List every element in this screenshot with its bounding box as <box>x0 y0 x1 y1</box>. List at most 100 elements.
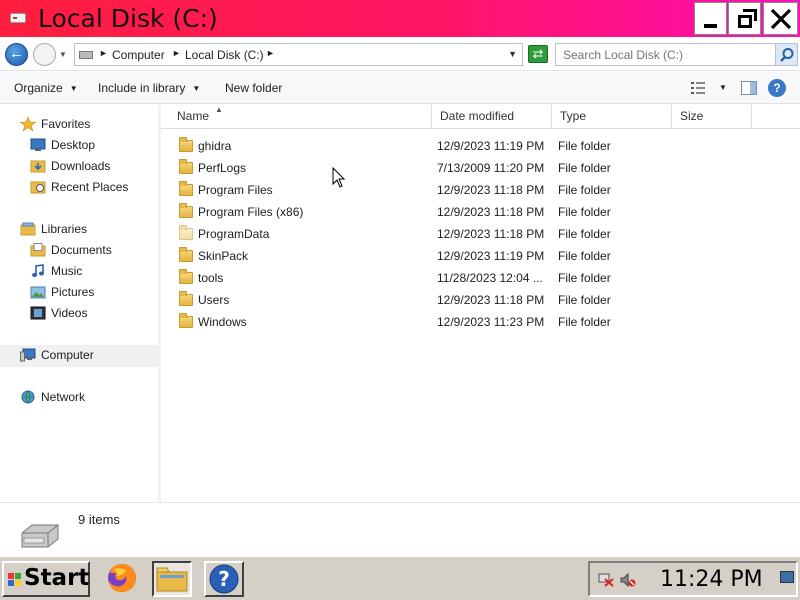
documents-icon <box>30 243 46 257</box>
back-button[interactable]: ← <box>5 43 28 66</box>
file-row[interactable]: ghidra 12/9/2023 11:19 PM File folder <box>161 135 800 157</box>
music-icon <box>32 264 44 277</box>
file-row[interactable]: Users 12/9/2023 11:18 PM File folder <box>161 289 800 311</box>
include-in-library-button[interactable]: Include in library ▼ <box>98 81 200 95</box>
nav-computer[interactable]: Computer <box>20 346 150 367</box>
file-name: Program Files (x86) <box>198 205 304 219</box>
file-name: tools <box>198 271 224 285</box>
minimize-button[interactable] <box>694 2 727 35</box>
nav-favorites[interactable]: Favorites <box>20 115 150 136</box>
nav-music[interactable]: Music <box>30 262 150 283</box>
taskbar-help-button[interactable]: ? <box>204 561 244 597</box>
nav-computer-label: Computer <box>41 348 94 362</box>
help-button[interactable]: ? <box>768 79 786 97</box>
breadcrumb-chevron-icon[interactable]: ► <box>266 48 275 58</box>
nav-downloads[interactable]: Downloads <box>30 157 150 178</box>
search-button[interactable] <box>776 43 798 66</box>
file-type: File folder <box>558 227 611 241</box>
forward-button[interactable] <box>33 43 56 66</box>
file-row[interactable]: tools 11/28/2023 12:04 ... File folder <box>161 267 800 289</box>
file-type: File folder <box>558 205 611 219</box>
file-row[interactable]: PerfLogs 7/13/2009 11:20 PM File folder <box>161 157 800 179</box>
file-type: File folder <box>558 183 611 197</box>
view-options-icon[interactable] <box>690 81 706 95</box>
navigation-pane: Favorites Desktop Downloads Recent Place… <box>0 105 158 502</box>
volume-muted-icon[interactable] <box>620 573 636 587</box>
organize-button[interactable]: Organize ▼ <box>14 81 78 95</box>
include-in-library-label: Include in library <box>98 81 186 95</box>
address-dropdown-icon[interactable]: ▼ <box>508 49 517 59</box>
folder-icon <box>179 313 193 328</box>
title-bar[interactable]: Local Disk (C:) <box>0 0 800 37</box>
show-desktop-icon[interactable] <box>780 571 794 583</box>
column-name[interactable]: Name <box>169 105 432 129</box>
preview-pane-button[interactable] <box>741 81 757 95</box>
start-button[interactable]: Start <box>2 561 90 597</box>
folder-icon <box>179 247 193 262</box>
column-size[interactable]: Size <box>672 105 752 129</box>
star-icon <box>20 117 36 131</box>
nav-network[interactable]: Network <box>20 388 150 409</box>
nav-videos[interactable]: Videos <box>30 304 150 325</box>
dropdown-arrow-icon: ▼ <box>192 84 201 93</box>
column-date-modified[interactable]: Date modified <box>432 105 552 129</box>
column-header: Name ▲ Date modified Type Size <box>161 105 800 129</box>
network-icon <box>21 390 35 404</box>
file-type: File folder <box>558 249 611 263</box>
taskbar: Start ? 11:24 PM <box>0 555 800 600</box>
folder-icon <box>179 159 193 174</box>
nav-recent-places[interactable]: Recent Places <box>30 178 150 199</box>
column-name-label: Name <box>177 109 210 123</box>
column-type[interactable]: Type <box>552 105 672 129</box>
help-icon: ? <box>773 81 781 95</box>
file-row[interactable]: Program Files (x86) 12/9/2023 11:18 PM F… <box>161 201 800 223</box>
file-date: 11/28/2023 12:04 ... <box>437 271 543 285</box>
command-bar: Organize ▼ Include in library ▼ New folder… <box>0 72 800 104</box>
dropdown-arrow-icon: ▼ <box>69 84 78 93</box>
start-label: Start <box>24 565 90 591</box>
sort-ascending-icon: ▲ <box>215 105 223 114</box>
videos-icon <box>30 306 46 320</box>
nav-desktop[interactable]: Desktop <box>30 136 150 157</box>
search-input[interactable] <box>556 44 775 65</box>
nav-pictures[interactable]: Pictures <box>30 283 150 304</box>
nav-libraries[interactable]: Libraries <box>20 220 150 241</box>
history-dropdown-icon[interactable]: ▼ <box>59 50 67 59</box>
file-row[interactable]: Program Files 12/9/2023 11:18 PM File fo… <box>161 179 800 201</box>
folder-icon <box>179 203 193 218</box>
hidden-folder-icon <box>179 225 193 240</box>
window-title: Local Disk (C:) <box>38 4 218 33</box>
nav-videos-label: Videos <box>51 306 88 320</box>
taskbar-explorer-button[interactable] <box>152 561 192 597</box>
file-name: Users <box>198 293 230 307</box>
details-pane: 9 items <box>0 502 800 555</box>
file-date: 7/13/2009 11:20 PM <box>437 161 545 175</box>
address-bar[interactable]: ► Computer ► Local Disk (C:) ► ▼ <box>74 43 523 66</box>
breadcrumb-chevron-icon[interactable]: ► <box>99 48 108 58</box>
breadcrumb-local-disk[interactable]: Local Disk (C:) <box>185 48 264 62</box>
file-date: 12/9/2023 11:19 PM <box>437 249 545 263</box>
computer-icon <box>20 348 36 362</box>
clock[interactable]: 11:24 PM <box>660 565 763 595</box>
folder-icon <box>179 291 193 306</box>
file-date: 12/9/2023 11:18 PM <box>437 205 545 219</box>
network-disconnected-icon[interactable] <box>598 573 614 587</box>
file-type: File folder <box>558 271 611 285</box>
close-button[interactable] <box>763 2 798 35</box>
refresh-button[interactable]: ⇄ <box>528 45 548 63</box>
maximize-button[interactable] <box>728 2 761 35</box>
breadcrumb-computer[interactable]: Computer <box>112 48 165 62</box>
file-row[interactable]: ProgramData 12/9/2023 11:18 PM File fold… <box>161 223 800 245</box>
nav-documents[interactable]: Documents <box>30 241 150 262</box>
taskbar-firefox-button[interactable] <box>104 561 144 597</box>
organize-label: Organize <box>14 81 63 95</box>
firefox-icon <box>108 564 136 592</box>
search-box[interactable] <box>555 43 776 66</box>
file-row[interactable]: SkinPack 12/9/2023 11:19 PM File folder <box>161 245 800 267</box>
file-type: File folder <box>558 293 611 307</box>
breadcrumb-chevron-icon[interactable]: ► <box>172 48 181 58</box>
view-dropdown-icon[interactable]: ▼ <box>719 83 727 92</box>
file-row[interactable]: Windows 12/9/2023 11:23 PM File folder <box>161 311 800 333</box>
new-folder-button[interactable]: New folder <box>225 81 282 95</box>
back-arrow-icon: ← <box>9 45 24 62</box>
